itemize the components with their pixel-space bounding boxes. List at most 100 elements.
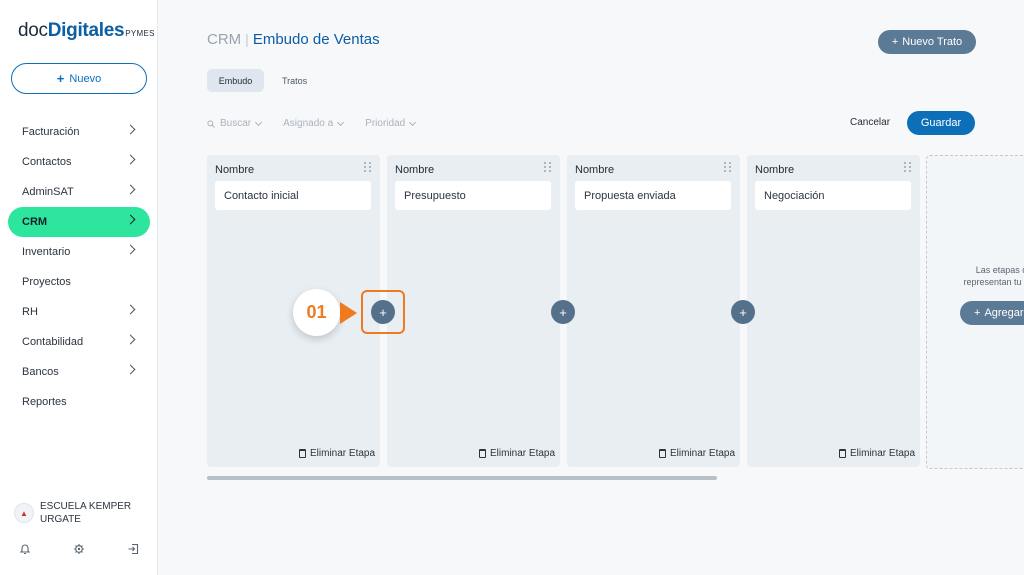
delete-stage-button[interactable]: Eliminar Etapa xyxy=(299,448,375,459)
sidebar-item-label: Contactos xyxy=(22,156,72,168)
sidebar-item-adminsat[interactable]: AdminSAT xyxy=(0,177,158,207)
stage-name-input[interactable]: Propuesta enviada xyxy=(575,181,731,210)
page-title: Embudo de Ventas xyxy=(252,31,380,48)
search-filter[interactable]: Buscar xyxy=(207,118,263,129)
save-button[interactable]: Guardar xyxy=(907,111,975,135)
assigned-filter[interactable]: Asignado a xyxy=(283,118,345,129)
tutorial-highlight-box xyxy=(361,290,405,334)
plus-icon: + xyxy=(559,304,567,320)
priority-filter-label: Prioridad xyxy=(365,118,406,129)
gear-icon[interactable] xyxy=(72,543,86,557)
chevron-right-icon xyxy=(125,214,136,225)
chevron-right-icon xyxy=(125,124,136,135)
sidebar-item-proyectos[interactable]: Proyectos xyxy=(0,267,158,297)
organization-name-line2: URGATE xyxy=(40,514,81,525)
sidebar-item-label: AdminSAT xyxy=(22,186,74,198)
plus-icon: + xyxy=(739,304,747,320)
chevron-down-icon xyxy=(337,118,345,126)
stage-name-input[interactable]: Negociación xyxy=(755,181,911,210)
chevron-right-icon xyxy=(125,184,136,195)
priority-filter[interactable]: Prioridad xyxy=(365,118,417,129)
cancel-button[interactable]: Cancelar xyxy=(850,117,890,128)
chevron-right-icon xyxy=(125,334,136,345)
pipeline-stage-column: Nombre Propuesta enviada Eliminar Etapa xyxy=(567,155,740,467)
logout-icon[interactable] xyxy=(126,543,140,557)
insert-stage-button[interactable]: + xyxy=(731,300,755,324)
column-header: Nombre xyxy=(755,164,795,176)
chevron-right-icon xyxy=(125,154,136,165)
tab-embudo[interactable]: Embudo xyxy=(207,69,264,92)
drag-handle-icon[interactable] xyxy=(364,162,372,172)
chevron-down-icon xyxy=(255,118,263,126)
delete-stage-button[interactable]: Eliminar Etapa xyxy=(839,448,915,459)
tutorial-arrow-icon xyxy=(340,302,357,324)
sidebar-item-inventario[interactable]: Inventario xyxy=(0,237,158,267)
search-input: Buscar xyxy=(220,118,252,129)
sidebar-item-crm[interactable]: CRM xyxy=(8,207,150,237)
sidebar-item-label: CRM xyxy=(22,216,48,228)
sidebar-item-label: Contabilidad xyxy=(22,336,84,348)
drag-handle-icon[interactable] xyxy=(904,162,912,172)
add-stage-hint-line2: representan tu proce xyxy=(963,277,1024,287)
pipeline-stage-column: Nombre Presupuesto Eliminar Etapa xyxy=(387,155,560,467)
trash-icon xyxy=(299,449,306,458)
sidebar-item-bancos[interactable]: Bancos xyxy=(0,357,158,387)
sidebar-nav: Facturación Contactos AdminSAT CRM Inven… xyxy=(0,117,158,417)
bell-icon[interactable] xyxy=(18,543,32,557)
organization-name: ESCUELA KEMPER URGATE xyxy=(40,500,131,526)
search-icon xyxy=(207,119,215,128)
sidebar-item-contabilidad[interactable]: Contabilidad xyxy=(0,327,158,357)
sidebar-item-facturacion[interactable]: Facturación xyxy=(0,117,158,147)
view-tabs: Embudo Tratos xyxy=(207,69,319,92)
add-stage-button[interactable]: + Agregar xyxy=(960,301,1024,325)
app-logo[interactable]: docDigitalesPYMES xyxy=(18,20,155,42)
board-horizontal-scrollbar[interactable] xyxy=(207,476,717,480)
sidebar-item-label: Proyectos xyxy=(22,276,71,288)
chevron-right-icon xyxy=(125,304,136,315)
drag-handle-icon[interactable] xyxy=(544,162,552,172)
breadcrumb: CRM | Embudo de Ventas xyxy=(207,31,380,48)
tutorial-step-badge: 01 xyxy=(293,289,340,336)
sidebar-item-contactos[interactable]: Contactos xyxy=(0,147,158,177)
sidebar: docDigitalesPYMES + Nuevo Facturación Co… xyxy=(0,0,158,575)
trash-icon xyxy=(479,449,486,458)
breadcrumb-separator: | xyxy=(245,31,249,47)
breadcrumb-section[interactable]: CRM xyxy=(207,31,241,48)
tab-tratos[interactable]: Tratos xyxy=(270,69,319,92)
add-stage-hint: Las etapas del representan tu proce xyxy=(945,264,1024,288)
delete-stage-button[interactable]: Eliminar Etapa xyxy=(479,448,555,459)
pipeline-stage-column: Nombre Negociación Eliminar Etapa xyxy=(747,155,920,467)
sidebar-item-label: RH xyxy=(22,306,38,318)
organization-name-line1: ESCUELA KEMPER xyxy=(40,501,132,512)
new-button-label: Nuevo xyxy=(69,72,102,85)
stage-name-input[interactable]: Presupuesto xyxy=(395,181,551,210)
filter-bar: Buscar Asignado a Prioridad xyxy=(207,118,437,129)
assigned-filter-label: Asignado a xyxy=(283,118,334,129)
sidebar-item-reportes[interactable]: Reportes xyxy=(0,387,158,417)
delete-stage-label: Eliminar Etapa xyxy=(670,448,736,459)
plus-icon: + xyxy=(974,307,981,319)
column-header: Nombre xyxy=(575,164,615,176)
add-stage-hint-line1: Las etapas del xyxy=(975,265,1024,275)
drag-handle-icon[interactable] xyxy=(724,162,732,172)
new-button[interactable]: + Nuevo xyxy=(11,63,147,94)
delete-stage-label: Eliminar Etapa xyxy=(490,448,556,459)
column-header: Nombre xyxy=(395,164,435,176)
plus-icon: + xyxy=(891,36,899,48)
trash-icon xyxy=(839,449,846,458)
logo-doc: doc xyxy=(18,20,48,41)
trash-icon xyxy=(659,449,666,458)
add-stage-column: Las etapas del representan tu proce + Ag… xyxy=(926,155,1024,469)
column-header: Nombre xyxy=(215,164,255,176)
new-deal-button[interactable]: + Nuevo Trato xyxy=(878,30,976,54)
sidebar-item-rh[interactable]: RH xyxy=(0,297,158,327)
delete-stage-button[interactable]: Eliminar Etapa xyxy=(659,448,735,459)
add-stage-label: Agregar xyxy=(984,307,1024,319)
stage-name-input[interactable]: Contacto inicial xyxy=(215,181,371,210)
insert-stage-button[interactable]: + xyxy=(551,300,575,324)
delete-stage-label: Eliminar Etapa xyxy=(310,448,376,459)
sidebar-item-label: Reportes xyxy=(22,396,67,408)
sidebar-item-label: Inventario xyxy=(22,246,71,258)
organization-switcher[interactable]: ▲ ESCUELA KEMPER URGATE xyxy=(14,500,131,526)
plus-icon: + xyxy=(56,71,65,86)
